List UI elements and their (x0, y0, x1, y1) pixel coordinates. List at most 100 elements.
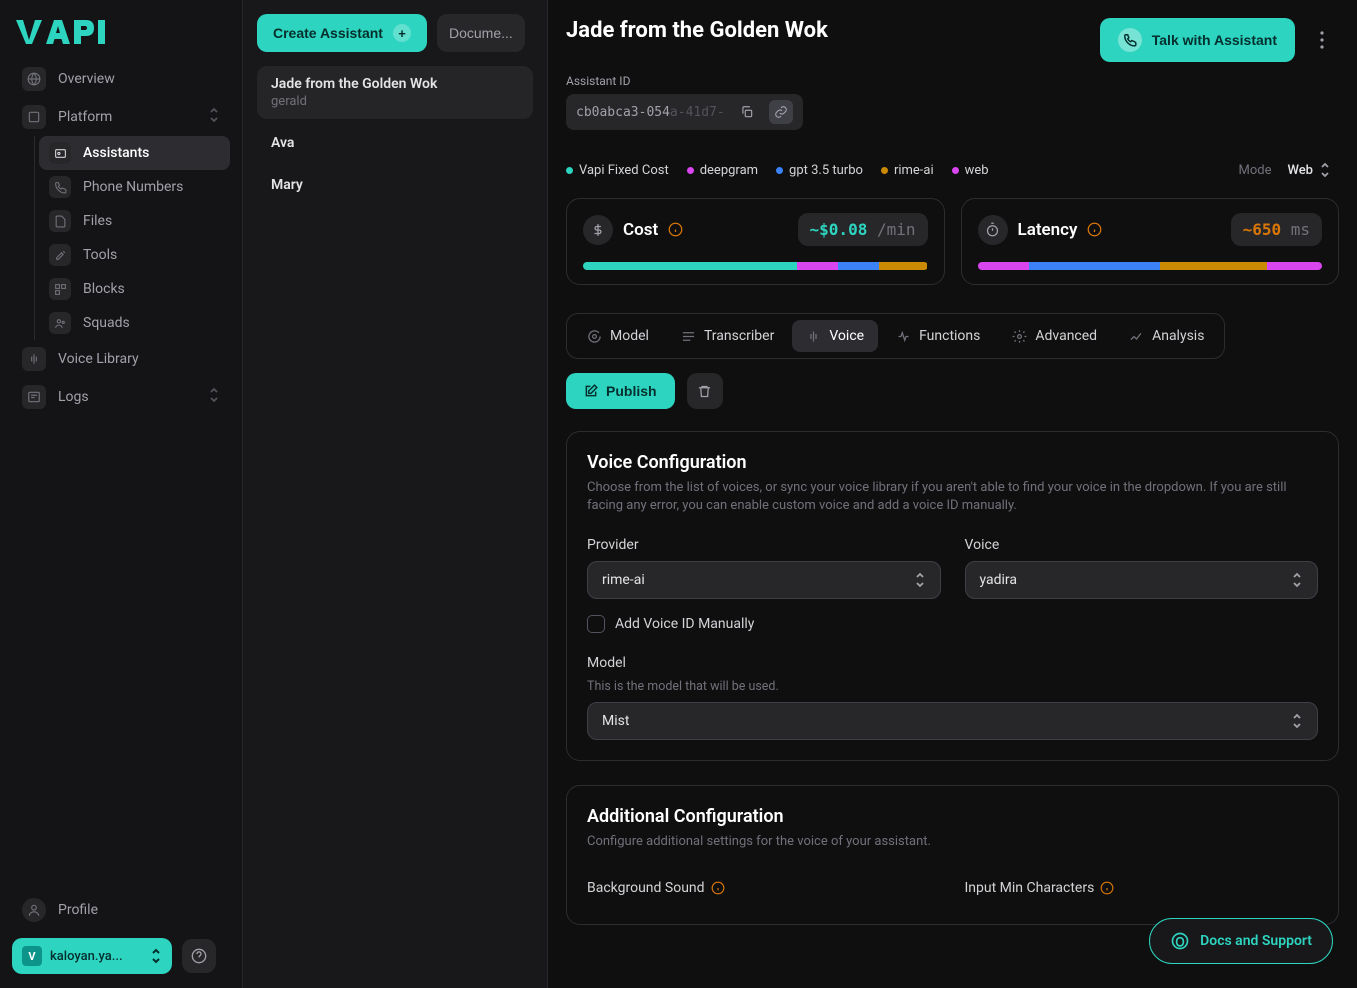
bar-segment (879, 262, 927, 270)
tab-label: Analysis (1152, 328, 1204, 344)
tab-voice[interactable]: Voice (792, 320, 878, 352)
logo[interactable] (12, 14, 230, 48)
cost-label: Cost (623, 220, 658, 240)
talk-with-assistant-button[interactable]: Talk with Assistant (1100, 18, 1295, 62)
tab-advanced[interactable]: Advanced (998, 320, 1111, 352)
file-icon (49, 210, 71, 232)
info-icon[interactable] (1100, 881, 1114, 895)
question-icon (191, 948, 207, 964)
nav-tools[interactable]: Tools (39, 238, 230, 272)
model-label: Model (587, 655, 1318, 671)
headset-icon (1170, 931, 1190, 951)
docs-support-label: Docs and Support (1200, 933, 1312, 949)
provider-select[interactable]: rime-ai (587, 561, 941, 599)
voice-select[interactable]: yadira (965, 561, 1319, 599)
publish-button[interactable]: Publish (566, 373, 675, 409)
assistant-name: Ava (271, 135, 519, 151)
mode-label: Mode (1238, 163, 1271, 178)
cost-bar (583, 262, 928, 270)
tab-icon (681, 329, 696, 344)
page-title: Jade from the Golden Wok (566, 18, 828, 43)
help-button[interactable] (182, 939, 216, 973)
legend-dot (952, 167, 959, 174)
chevron-updown-icon (208, 107, 220, 127)
nav-files[interactable]: Files (39, 204, 230, 238)
nav-assistants-label: Assistants (83, 145, 149, 161)
chevron-updown-icon (1291, 713, 1303, 729)
assistant-list: Jade from the Golden Wokgerald Ava Mary (257, 66, 533, 203)
legend-dot (687, 167, 694, 174)
legend-label: web (965, 163, 989, 178)
assistant-list-panel: Create Assistant + Docume... Jade from t… (242, 0, 548, 988)
cost-card: Cost ~$0.08 /min (566, 198, 945, 285)
talk-button-label: Talk with Assistant (1152, 32, 1277, 48)
tab-label: Advanced (1035, 328, 1097, 344)
blocks-icon (49, 278, 71, 300)
model-select[interactable]: Mist (587, 702, 1318, 740)
provider-label: Provider (587, 537, 941, 553)
latency-label: Latency (1018, 220, 1078, 240)
legend-item: gpt 3.5 turbo (776, 163, 863, 178)
logs-icon (22, 385, 46, 409)
documentation-button[interactable]: Docume... (437, 14, 525, 52)
org-switcher[interactable]: V kaloyan.ya... (12, 938, 172, 974)
manual-voice-id-checkbox[interactable] (587, 615, 605, 633)
trash-icon (697, 384, 712, 399)
create-assistant-button[interactable]: Create Assistant + (257, 14, 427, 52)
assistant-list-item[interactable]: Ava (257, 125, 533, 161)
bg-sound-label: Background Sound (587, 880, 705, 896)
nav-blocks-label: Blocks (83, 281, 125, 297)
nav-assistants[interactable]: Assistants (39, 136, 230, 170)
plus-icon: + (393, 24, 411, 42)
cost-legend: Vapi Fixed Costdeepgramgpt 3.5 turborime… (566, 163, 989, 178)
nav-squads[interactable]: Squads (39, 306, 230, 340)
docs-support-button[interactable]: Docs and Support (1149, 918, 1333, 964)
legend-label: deepgram (700, 163, 758, 178)
nav-phone-numbers[interactable]: Phone Numbers (39, 170, 230, 204)
link-id-button[interactable] (769, 100, 793, 124)
tab-label: Model (610, 328, 649, 344)
tab-icon (1129, 329, 1144, 344)
info-icon[interactable] (1087, 222, 1102, 237)
assistant-list-item[interactable]: Jade from the Golden Wokgerald (257, 66, 533, 119)
org-name: kaloyan.ya... (50, 949, 142, 964)
profile-link[interactable]: Profile (12, 892, 230, 928)
dollar-icon (583, 215, 613, 245)
additional-config-title: Additional Configuration (587, 806, 1318, 827)
phone-icon (49, 176, 71, 198)
nav-voice-library[interactable]: Voice Library (12, 340, 230, 378)
tab-functions[interactable]: Functions (882, 320, 994, 352)
tab-model[interactable]: Model (573, 320, 663, 352)
voice-config-desc: Choose from the list of voices, or sync … (587, 479, 1318, 515)
copy-id-button[interactable] (735, 100, 759, 124)
bar-segment (1160, 262, 1267, 270)
tab-icon (1012, 329, 1027, 344)
assistant-id-value: cb0abca3-054a-41d7- (576, 105, 725, 120)
profile-label: Profile (58, 902, 98, 918)
more-menu-button[interactable] (1305, 21, 1339, 59)
latency-bar (978, 262, 1323, 270)
nav-overview[interactable]: Overview (12, 60, 230, 98)
legend-label: rime-ai (894, 163, 934, 178)
user-icon (22, 898, 46, 922)
assistant-list-item[interactable]: Mary (257, 167, 533, 203)
nav-logs[interactable]: Logs (12, 378, 230, 416)
info-icon[interactable] (668, 222, 683, 237)
tab-label: Transcriber (704, 328, 774, 344)
info-icon[interactable] (711, 881, 725, 895)
model-sublabel: This is the model that will be used. (587, 679, 1318, 694)
nav-blocks[interactable]: Blocks (39, 272, 230, 306)
nav-platform-label: Platform (58, 109, 112, 125)
tab-transcriber[interactable]: Transcriber (667, 320, 788, 352)
bar-segment (838, 262, 879, 270)
nav-platform[interactable]: Platform (12, 98, 230, 136)
mode-switch[interactable]: Mode Web (1238, 158, 1339, 182)
legend-dot (566, 167, 573, 174)
legend-dot (776, 167, 783, 174)
tab-analysis[interactable]: Analysis (1115, 320, 1218, 352)
voice-configuration-card: Voice Configuration Choose from the list… (566, 431, 1339, 761)
delete-button[interactable] (687, 373, 723, 409)
squads-icon (49, 312, 71, 334)
voice-value: yadira (980, 572, 1018, 588)
nav: Overview Platform Assistants (12, 60, 230, 892)
